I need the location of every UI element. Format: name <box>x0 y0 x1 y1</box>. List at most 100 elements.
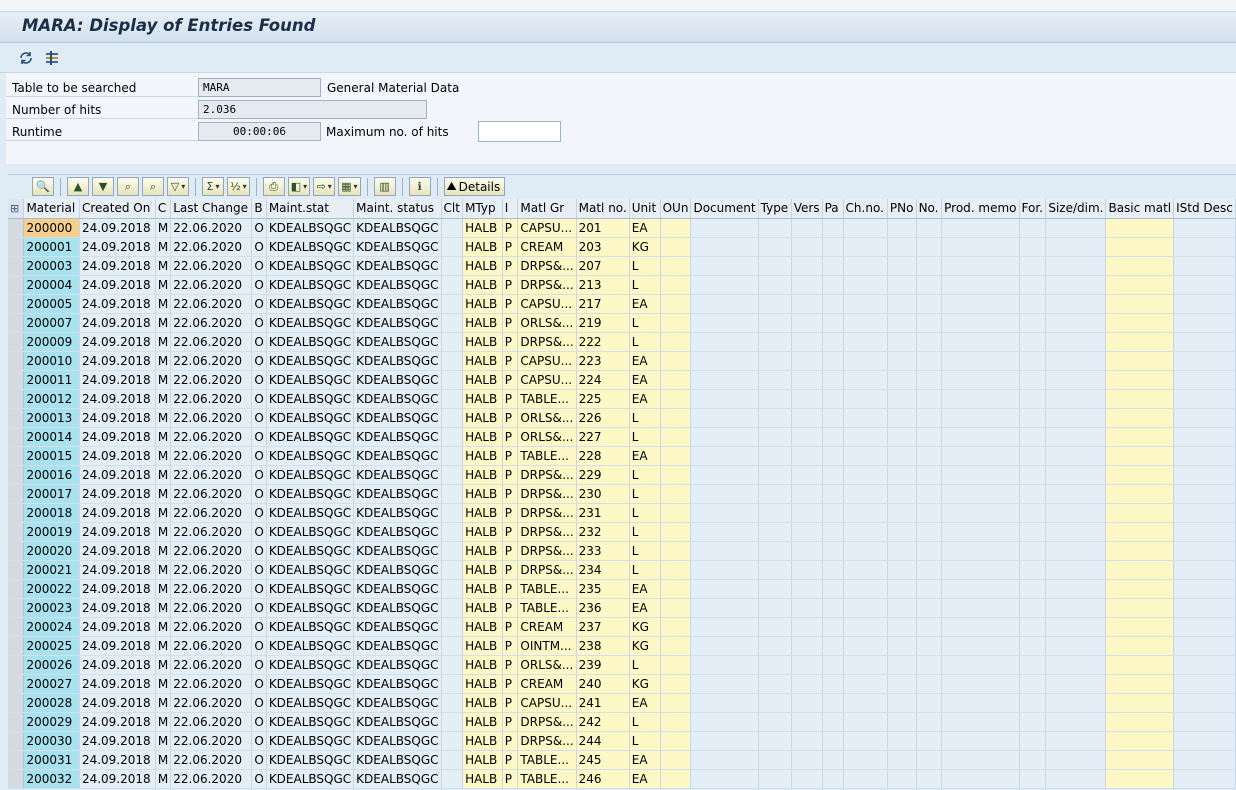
table-cell[interactable] <box>441 256 464 276</box>
table-cell[interactable] <box>441 522 464 542</box>
table-cell[interactable] <box>660 693 692 713</box>
table-cell[interactable]: 24.09.2018 <box>79 275 156 295</box>
table-cell[interactable]: 226 <box>576 408 630 428</box>
table-cell[interactable]: CREAM <box>517 237 577 257</box>
table-cell[interactable] <box>822 693 844 713</box>
table-cell[interactable] <box>843 693 888 713</box>
table-cell[interactable]: TABLE... <box>517 750 577 770</box>
table-cell[interactable] <box>1019 598 1047 618</box>
material-cell[interactable]: 200015 <box>23 446 80 466</box>
table-cell[interactable] <box>822 617 844 637</box>
table-cell[interactable] <box>758 370 792 390</box>
table-cell[interactable] <box>441 294 464 314</box>
material-cell[interactable]: 200023 <box>23 598 80 618</box>
row-selector[interactable] <box>8 598 25 618</box>
table-cell[interactable] <box>791 389 823 409</box>
table-cell[interactable] <box>791 465 823 485</box>
table-cell[interactable] <box>843 617 888 637</box>
table-cell[interactable] <box>916 446 943 466</box>
table-cell[interactable]: 246 <box>576 769 630 789</box>
table-cell[interactable] <box>916 712 943 732</box>
column-header[interactable]: Matl Gr <box>517 199 577 219</box>
table-cell[interactable]: KDEALBSQGC <box>266 332 355 352</box>
table-row[interactable]: 200027 24.09.2018 M 22.06.2020 O KDEALBSQGC KD… <box>8 674 1236 694</box>
table-cell[interactable]: P <box>502 731 519 751</box>
table-cell[interactable]: EA <box>629 769 661 789</box>
table-cell[interactable] <box>791 636 823 656</box>
table-cell[interactable] <box>887 674 917 694</box>
table-cell[interactable]: 24.09.2018 <box>79 731 156 751</box>
table-cell[interactable]: M <box>155 693 172 713</box>
table-cell[interactable] <box>660 275 692 295</box>
table-cell[interactable]: 24.09.2018 <box>79 427 156 447</box>
table-cell[interactable] <box>843 446 888 466</box>
table-cell[interactable]: DRPS&... <box>517 503 577 523</box>
table-cell[interactable] <box>1045 408 1107 428</box>
column-header[interactable]: Unit <box>629 199 661 219</box>
table-cell[interactable]: ORLS&... <box>517 427 577 447</box>
table-cell[interactable] <box>441 446 464 466</box>
table-cell[interactable]: 203 <box>576 237 630 257</box>
table-cell[interactable] <box>916 427 943 447</box>
table-cell[interactable]: O <box>251 636 267 656</box>
table-cell[interactable] <box>843 313 888 333</box>
table-cell[interactable] <box>1019 351 1047 371</box>
table-cell[interactable]: KG <box>629 636 661 656</box>
column-header[interactable]: Matl no. <box>576 199 630 219</box>
row-selector[interactable] <box>8 541 25 561</box>
table-cell[interactable] <box>758 541 792 561</box>
table-cell[interactable] <box>1173 731 1236 751</box>
table-cell[interactable] <box>758 484 792 504</box>
table-cell[interactable]: O <box>251 769 267 789</box>
table-cell[interactable]: 24.09.2018 <box>79 484 156 504</box>
table-cell[interactable] <box>916 218 943 238</box>
table-cell[interactable]: KDEALBSQGC <box>353 389 442 409</box>
table-cell[interactable] <box>690 332 759 352</box>
table-cell[interactable] <box>660 484 692 504</box>
table-cell[interactable] <box>1019 256 1047 276</box>
table-cell[interactable] <box>887 560 917 580</box>
table-cell[interactable]: KDEALBSQGC <box>266 560 355 580</box>
table-cell[interactable]: KDEALBSQGC <box>353 408 442 428</box>
table-cell[interactable]: KG <box>629 237 661 257</box>
table-cell[interactable]: L <box>629 560 661 580</box>
table-cell[interactable] <box>1105 712 1175 732</box>
table-cell[interactable]: M <box>155 446 172 466</box>
table-cell[interactable] <box>916 465 943 485</box>
table-cell[interactable]: O <box>251 522 267 542</box>
table-cell[interactable]: HALB <box>462 218 503 238</box>
table-cell[interactable] <box>916 237 943 257</box>
table-cell[interactable] <box>690 617 759 637</box>
table-cell[interactable] <box>1173 503 1236 523</box>
table-cell[interactable]: HALB <box>462 750 503 770</box>
table-cell[interactable] <box>843 275 888 295</box>
table-cell[interactable] <box>1105 256 1175 276</box>
table-cell[interactable] <box>887 408 917 428</box>
table-cell[interactable]: P <box>502 351 519 371</box>
table-cell[interactable] <box>690 598 759 618</box>
material-cell[interactable]: 200005 <box>23 294 80 314</box>
table-row[interactable]: 200022 24.09.2018 M 22.06.2020 O KDEALBSQGC KD… <box>8 579 1236 599</box>
material-cell[interactable]: 200017 <box>23 484 80 504</box>
table-cell[interactable] <box>441 636 464 656</box>
table-cell[interactable] <box>791 294 823 314</box>
table-cell[interactable] <box>690 218 759 238</box>
table-cell[interactable]: 22.06.2020 <box>170 674 253 694</box>
table-cell[interactable] <box>791 332 823 352</box>
table-cell[interactable] <box>822 389 844 409</box>
table-cell[interactable] <box>822 579 844 599</box>
table-cell[interactable] <box>916 503 943 523</box>
table-cell[interactable] <box>758 598 792 618</box>
table-cell[interactable]: TABLE... <box>517 446 577 466</box>
table-cell[interactable] <box>843 541 888 561</box>
table-cell[interactable] <box>822 484 844 504</box>
table-cell[interactable]: CAPSU... <box>517 218 577 238</box>
table-cell[interactable] <box>791 427 823 447</box>
table-cell[interactable] <box>1173 693 1236 713</box>
table-cell[interactable] <box>941 389 1020 409</box>
table-row[interactable]: 200024 24.09.2018 M 22.06.2020 O KDEALBSQGC KD… <box>8 617 1236 637</box>
table-cell[interactable]: HALB <box>462 731 503 751</box>
table-cell[interactable] <box>1045 484 1107 504</box>
table-cell[interactable] <box>690 693 759 713</box>
table-cell[interactable] <box>791 769 823 789</box>
